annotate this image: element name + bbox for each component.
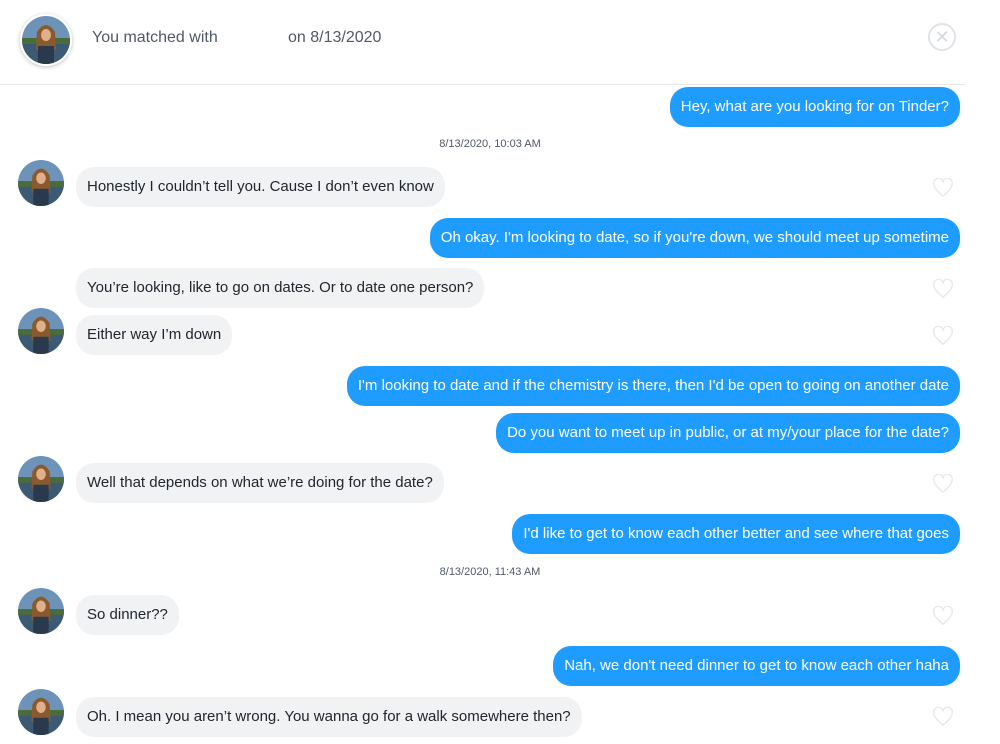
like-heart-icon[interactable] [932, 707, 954, 727]
sender-avatar[interactable] [18, 160, 64, 206]
close-icon[interactable]: ✕ [928, 23, 956, 51]
received-message[interactable]: Either way I’m down [76, 315, 233, 355]
like-heart-icon[interactable] [932, 178, 954, 198]
match-avatar[interactable] [20, 14, 72, 66]
like-heart-icon[interactable] [932, 326, 954, 346]
matched-with-text: You matched with [92, 29, 218, 46]
sent-message[interactable]: Do you want to meet up in public, or at … [496, 413, 960, 453]
match-date: on 8/13/2020 [288, 29, 382, 46]
sent-message[interactable]: Hey, what are you looking for on Tinder? [669, 87, 960, 127]
received-message[interactable]: Well that depends on what we’re doing fo… [76, 463, 444, 503]
sent-message[interactable]: I'd like to get to know each other bette… [512, 514, 960, 554]
like-heart-icon[interactable] [932, 279, 954, 299]
received-message[interactable]: Oh. I mean you aren’t wrong. You wanna g… [76, 697, 582, 737]
message-timestamp: 8/13/2020, 11:43 AM [439, 566, 541, 578]
received-message[interactable]: You’re looking, like to go on dates. Or … [76, 268, 485, 308]
sender-avatar[interactable] [18, 456, 64, 502]
message-timestamp: 8/13/2020, 10:03 AM [439, 138, 541, 150]
received-message[interactable]: Honestly I couldn’t tell you. Cause I do… [76, 167, 445, 207]
sent-message[interactable]: I'm looking to date and if the chemistry… [346, 366, 960, 406]
received-message[interactable]: So dinner?? [76, 595, 179, 635]
sender-avatar[interactable] [18, 588, 64, 634]
sent-message[interactable]: Nah, we don't need dinner to get to know… [553, 646, 960, 686]
sender-avatar[interactable] [18, 689, 64, 735]
like-heart-icon[interactable] [932, 606, 954, 626]
sender-avatar[interactable] [18, 308, 64, 354]
like-heart-icon[interactable] [932, 474, 954, 494]
sent-message[interactable]: Oh okay. I'm looking to date, so if you'… [429, 218, 960, 258]
chat-header: You matched with on 8/13/2020 ✕ [0, 0, 966, 85]
